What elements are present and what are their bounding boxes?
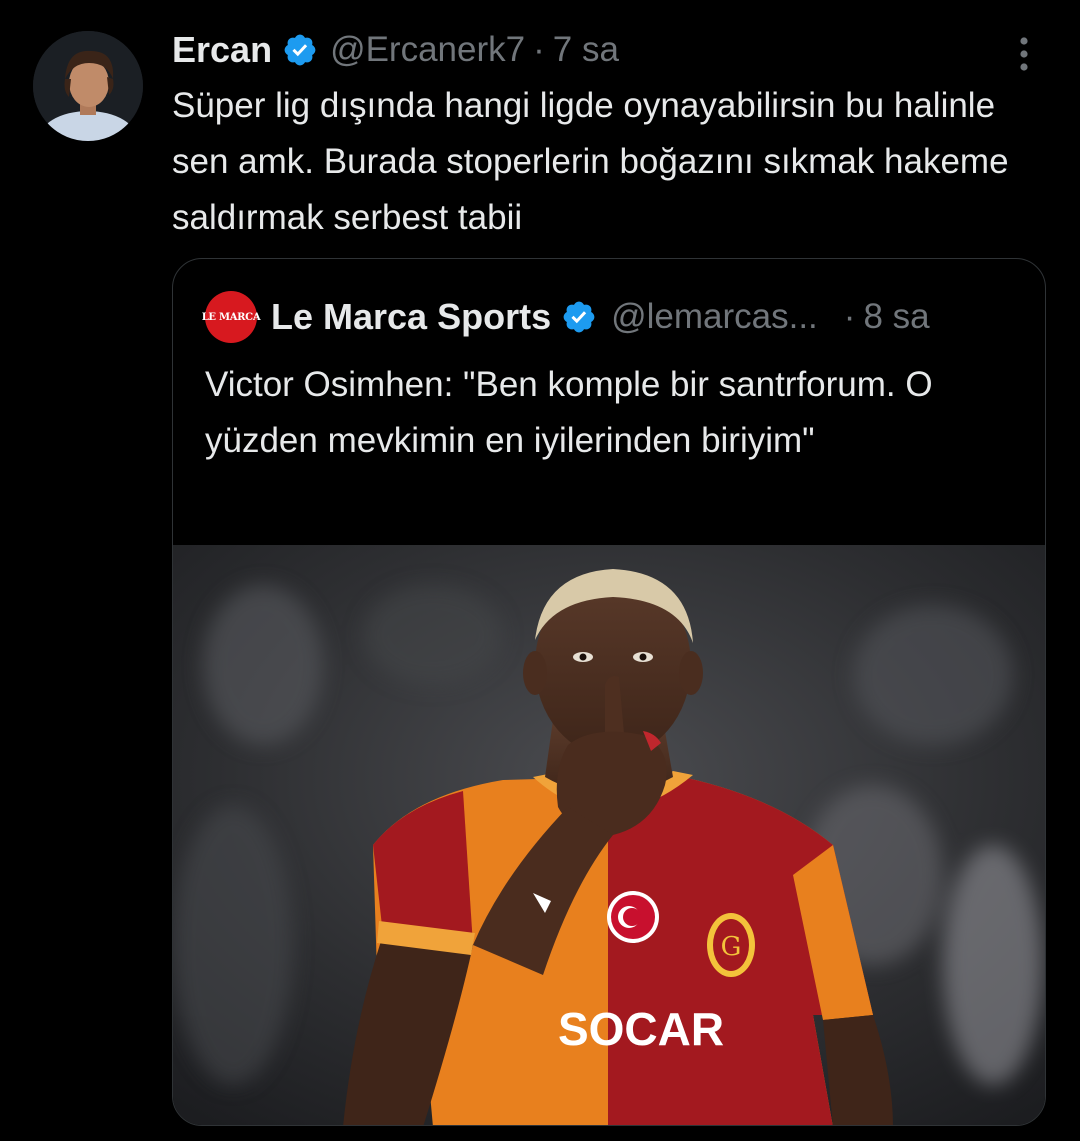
jersey-sponsor-text: SOCAR: [558, 1003, 724, 1055]
tweet-text: Süper lig dışında hangi ligde oynayabili…: [172, 86, 1009, 237]
author-avatar[interactable]: [33, 31, 143, 141]
quoted-author-display-name[interactable]: Le Marca Sports: [271, 296, 551, 338]
svg-text:G: G: [721, 932, 742, 962]
author-display-name[interactable]: Ercan: [172, 29, 272, 71]
quoted-author-logo-text: LE MARCA: [201, 311, 261, 323]
quoted-tweet-card[interactable]: LE MARCA Le Marca Sports @lemarcas... · …: [172, 258, 1046, 1126]
quoted-header-separator: ·: [843, 297, 856, 336]
ellipsis-vertical-icon[interactable]: [1008, 34, 1040, 74]
tweet-header: Ercan @Ercanerk7 · 7 sa: [172, 28, 619, 72]
quoted-author-handle[interactable]: @lemarcas...: [611, 297, 818, 337]
quoted-tweet-timestamp[interactable]: 8 sa: [863, 297, 929, 337]
tweet-timestamp[interactable]: 7 sa: [553, 30, 619, 70]
quoted-tweet-photo[interactable]: G SOCAR: [173, 545, 1045, 1125]
author-handle[interactable]: @Ercanerk7: [330, 30, 525, 70]
quoted-author-avatar[interactable]: LE MARCA: [202, 291, 261, 343]
quoted-tweet-header: LE MARCA Le Marca Sports @lemarcas... · …: [202, 289, 1020, 345]
verified-badge-icon: [561, 299, 597, 335]
tweet[interactable]: Ercan @Ercanerk7 · 7 sa Süper lig dışınd…: [0, 0, 1080, 1141]
quoted-tweet-text: Victor Osimhen: "Ben komple bir santrfor…: [205, 365, 933, 460]
header-separator: ·: [533, 30, 545, 69]
verified-badge-icon: [282, 32, 318, 68]
